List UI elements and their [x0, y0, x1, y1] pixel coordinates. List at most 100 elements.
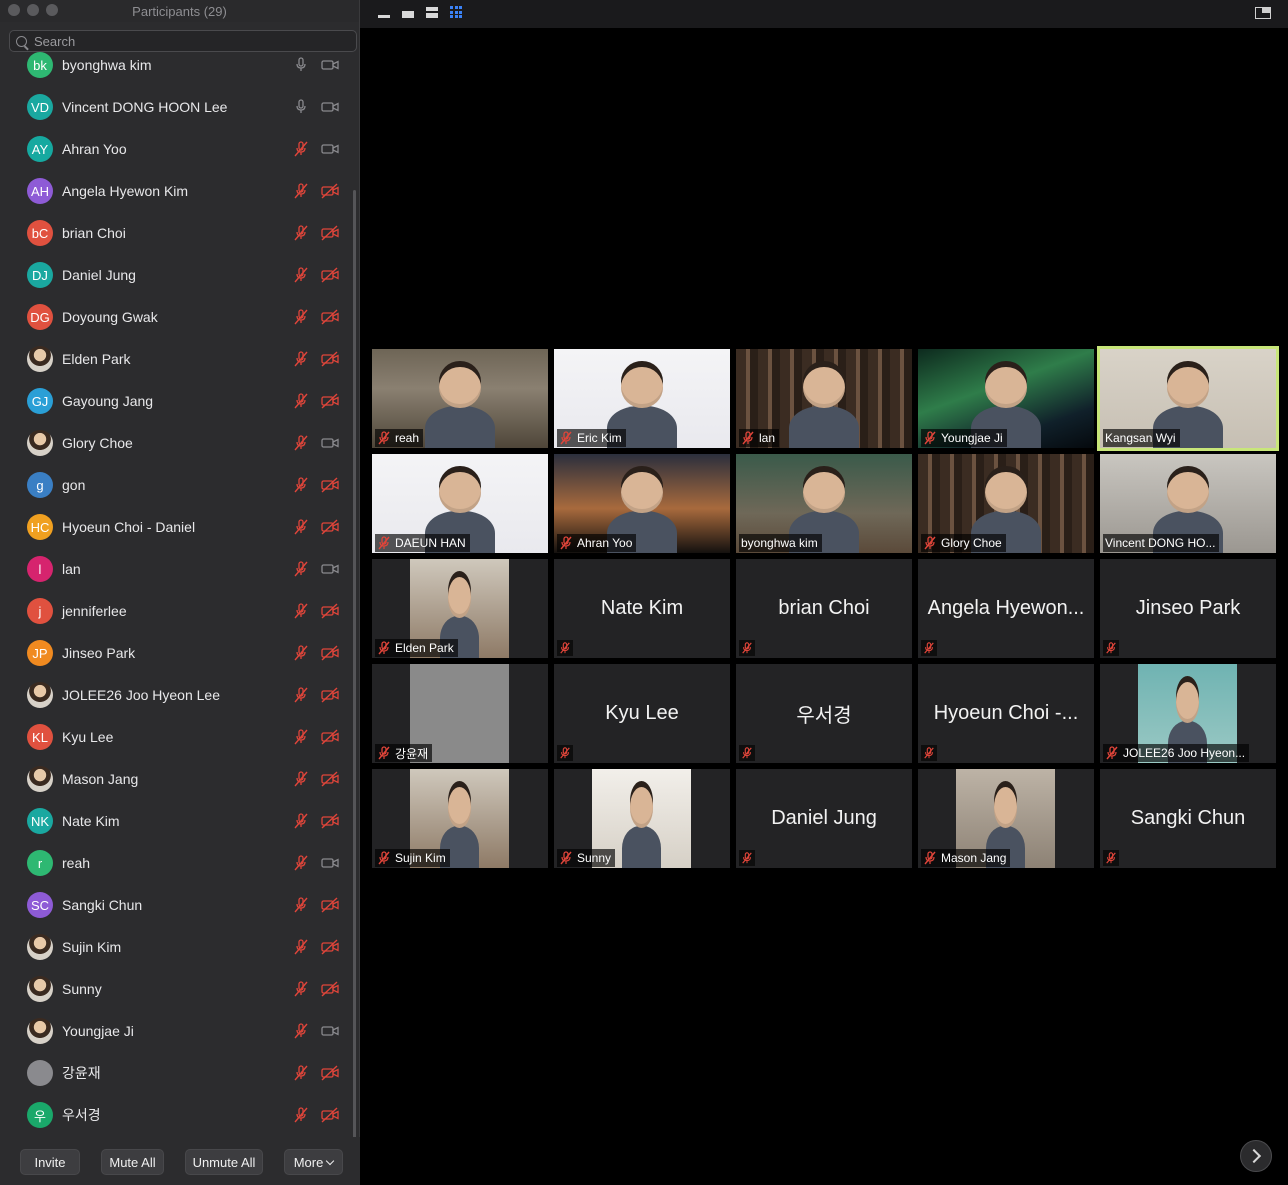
participant-row[interactable]: Sujin Kim: [0, 926, 358, 968]
video-tile[interactable]: Eric Kim: [554, 349, 730, 448]
exit-fullscreen-icon[interactable]: [1255, 7, 1271, 19]
close-window-button[interactable]: [8, 4, 20, 16]
video-camera-off-icon[interactable]: [320, 812, 340, 830]
video-camera-off-icon[interactable]: [320, 518, 340, 536]
video-camera-off-icon[interactable]: [320, 896, 340, 914]
microphone-muted-icon[interactable]: [291, 518, 311, 536]
participant-row[interactable]: AY Ahran Yoo: [0, 128, 358, 170]
participant-row[interactable]: NK Nate Kim: [0, 800, 358, 842]
microphone-muted-icon[interactable]: [291, 980, 311, 998]
microphone-muted-icon[interactable]: [291, 140, 311, 158]
participant-row[interactable]: GJ Gayoung Jang: [0, 380, 358, 422]
video-tile[interactable]: Kyu Lee: [554, 664, 730, 763]
video-tile[interactable]: Hyoeun Choi -...: [918, 664, 1094, 763]
invite-button[interactable]: Invite: [20, 1149, 80, 1175]
video-camera-off-icon[interactable]: [320, 1106, 340, 1124]
video-tile[interactable]: Angela Hyewon...: [918, 559, 1094, 658]
participant-row[interactable]: Glory Choe: [0, 422, 358, 464]
video-tile[interactable]: Glory Choe: [918, 454, 1094, 553]
gallery-view-icon[interactable]: [450, 6, 464, 18]
video-camera-off-icon[interactable]: [320, 392, 340, 410]
microphone-muted-icon[interactable]: [291, 938, 311, 956]
participant-row[interactable]: 우 우서경: [0, 1094, 358, 1136]
microphone-icon[interactable]: [291, 56, 311, 74]
participant-row[interactable]: JP Jinseo Park: [0, 632, 358, 674]
microphone-muted-icon[interactable]: [291, 896, 311, 914]
participant-row[interactable]: j jenniferlee: [0, 590, 358, 632]
microphone-muted-icon[interactable]: [291, 602, 311, 620]
unmute-all-button[interactable]: Unmute All: [185, 1149, 263, 1175]
participant-row[interactable]: AH Angela Hyewon Kim: [0, 170, 358, 212]
video-camera-icon[interactable]: [320, 56, 340, 74]
participant-row[interactable]: l lan: [0, 548, 358, 590]
participant-row[interactable]: bC brian Choi: [0, 212, 358, 254]
video-tile[interactable]: 강윤재: [372, 664, 548, 763]
video-tile[interactable]: Sunny: [554, 769, 730, 868]
participant-row[interactable]: g gon: [0, 464, 358, 506]
video-tile[interactable]: Ahran Yoo: [554, 454, 730, 553]
participant-row[interactable]: KL Kyu Lee: [0, 716, 358, 758]
video-camera-off-icon[interactable]: [320, 644, 340, 662]
participant-row[interactable]: bk byonghwa kim: [0, 52, 358, 86]
video-camera-off-icon[interactable]: [320, 602, 340, 620]
microphone-muted-icon[interactable]: [291, 266, 311, 284]
video-camera-icon[interactable]: [320, 140, 340, 158]
participant-row[interactable]: DG Doyoung Gwak: [0, 296, 358, 338]
microphone-muted-icon[interactable]: [291, 812, 311, 830]
mute-all-button[interactable]: Mute All: [101, 1149, 164, 1175]
video-tile[interactable]: byonghwa kim: [736, 454, 912, 553]
video-camera-off-icon[interactable]: [320, 182, 340, 200]
video-tile[interactable]: Mason Jang: [918, 769, 1094, 868]
microphone-muted-icon[interactable]: [291, 560, 311, 578]
participant-row[interactable]: Sunny: [0, 968, 358, 1010]
video-tile[interactable]: reah: [372, 349, 548, 448]
participant-row[interactable]: SC Sangki Chun: [0, 884, 358, 926]
microphone-muted-icon[interactable]: [291, 308, 311, 326]
video-tile[interactable]: Youngjae Ji: [918, 349, 1094, 448]
participant-row[interactable]: 강윤재: [0, 1052, 358, 1094]
participant-row[interactable]: HC Hyoeun Choi - Daniel: [0, 506, 358, 548]
participant-list[interactable]: bk byonghwa kim VD Vincent DONG HOON Lee AY A…: [0, 52, 358, 1136]
video-tile[interactable]: JOLEE26 Joo Hyeon...: [1100, 664, 1276, 763]
video-camera-off-icon[interactable]: [320, 770, 340, 788]
microphone-muted-icon[interactable]: [291, 686, 311, 704]
video-camera-off-icon[interactable]: [320, 728, 340, 746]
video-tile[interactable]: Sangki Chun: [1100, 769, 1276, 868]
microphone-muted-icon[interactable]: [291, 434, 311, 452]
video-tile[interactable]: brian Choi: [736, 559, 912, 658]
video-camera-off-icon[interactable]: [320, 686, 340, 704]
video-camera-off-icon[interactable]: [320, 224, 340, 242]
participant-row[interactable]: Youngjae Ji: [0, 1010, 358, 1052]
video-camera-icon[interactable]: [320, 1022, 340, 1040]
filmstrip-view-icon[interactable]: [402, 7, 416, 19]
video-tile[interactable]: Jinseo Park: [1100, 559, 1276, 658]
video-camera-off-icon[interactable]: [320, 266, 340, 284]
participant-row[interactable]: VD Vincent DONG HOON Lee: [0, 86, 358, 128]
microphone-muted-icon[interactable]: [291, 1106, 311, 1124]
video-tile[interactable]: Sujin Kim: [372, 769, 548, 868]
microphone-icon[interactable]: [291, 98, 311, 116]
microphone-muted-icon[interactable]: [291, 1064, 311, 1082]
more-button[interactable]: More: [284, 1149, 343, 1175]
video-camera-off-icon[interactable]: [320, 308, 340, 326]
video-tile[interactable]: Kangsan Wyi: [1097, 346, 1279, 451]
video-camera-off-icon[interactable]: [320, 980, 340, 998]
microphone-muted-icon[interactable]: [291, 770, 311, 788]
microphone-muted-icon[interactable]: [291, 182, 311, 200]
search-box[interactable]: [9, 30, 357, 52]
video-camera-icon[interactable]: [320, 854, 340, 872]
participant-list-scrollbar[interactable]: [353, 190, 356, 1140]
search-input[interactable]: [34, 33, 314, 49]
microphone-muted-icon[interactable]: [291, 854, 311, 872]
microphone-muted-icon[interactable]: [291, 476, 311, 494]
video-camera-icon[interactable]: [320, 98, 340, 116]
next-page-button[interactable]: [1240, 1140, 1272, 1172]
video-tile[interactable]: Vincent DONG HO...: [1100, 454, 1276, 553]
video-tile[interactable]: lan: [736, 349, 912, 448]
video-tile[interactable]: Elden Park: [372, 559, 548, 658]
participant-row[interactable]: DJ Daniel Jung: [0, 254, 358, 296]
zoom-window-button[interactable]: [46, 4, 58, 16]
participant-row[interactable]: Mason Jang: [0, 758, 358, 800]
microphone-muted-icon[interactable]: [291, 224, 311, 242]
video-camera-off-icon[interactable]: [320, 1064, 340, 1082]
